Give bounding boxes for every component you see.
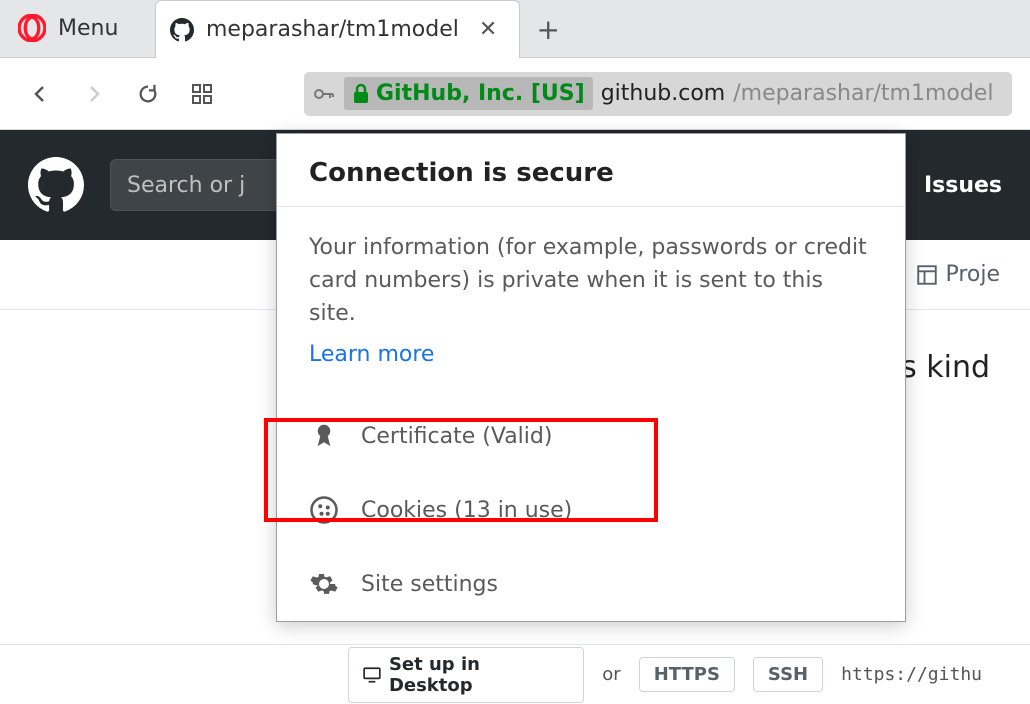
plus-icon: + [537,13,560,46]
security-org: GitHub, Inc. [US] [376,81,585,106]
https-toggle[interactable]: HTTPS [639,657,735,692]
reload-button[interactable] [126,72,170,116]
browser-window: Menu meparashar/tm1model ✕ + GitHub, Inc… [0,0,1030,704]
tab-title: meparashar/tm1model [206,17,459,42]
popup-title: Connection is secure [277,134,905,207]
setup-desktop-button[interactable]: Set up in Desktop [348,647,584,703]
menu-label: Menu [58,16,118,41]
gear-icon [309,569,339,599]
url-host: github.com [601,81,726,106]
project-icon [917,265,937,285]
cookies-row[interactable]: Cookies (13 in use) [277,473,905,547]
desktop-icon [363,666,381,684]
ssh-toggle[interactable]: SSH [753,657,823,692]
clone-bar: Set up in Desktop or HTTPS SSH https://g… [0,644,1030,704]
forward-button [72,72,116,116]
toolbar: GitHub, Inc. [US] github.com/meparashar/… [0,58,1030,130]
learn-more-link[interactable]: Learn more [277,342,905,399]
tab-strip: Menu meparashar/tm1model ✕ + [0,0,1030,58]
cookie-icon [309,495,339,525]
address-bar[interactable]: GitHub, Inc. [US] github.com/meparashar/… [304,72,1012,116]
url-path: /meparashar/tm1model [733,81,993,106]
new-tab-button[interactable]: + [520,0,576,58]
back-button[interactable] [18,72,62,116]
clone-url[interactable]: https://githu [841,664,982,685]
opera-logo-icon [18,14,46,42]
speed-dial-button[interactable] [180,72,224,116]
nav-issues[interactable]: Issues [924,173,1002,198]
site-settings-row[interactable]: Site settings [277,547,905,621]
tab-projects[interactable]: Proje [917,262,1000,287]
popup-description: Your information (for example, passwords… [277,207,905,342]
certificate-row[interactable]: Certificate (Valid) [277,399,905,473]
github-logo-icon[interactable] [28,157,84,213]
key-icon [312,82,336,106]
close-tab-icon[interactable]: ✕ [471,13,505,46]
certificate-icon [309,421,339,451]
lock-icon [352,83,370,105]
site-info-popup: Connection is secure Your information (f… [276,133,906,622]
opera-menu-button[interactable]: Menu [0,0,155,57]
github-favicon-icon [170,18,194,42]
security-badge[interactable]: GitHub, Inc. [US] [344,77,593,110]
active-tab[interactable]: meparashar/tm1model ✕ [155,0,520,58]
